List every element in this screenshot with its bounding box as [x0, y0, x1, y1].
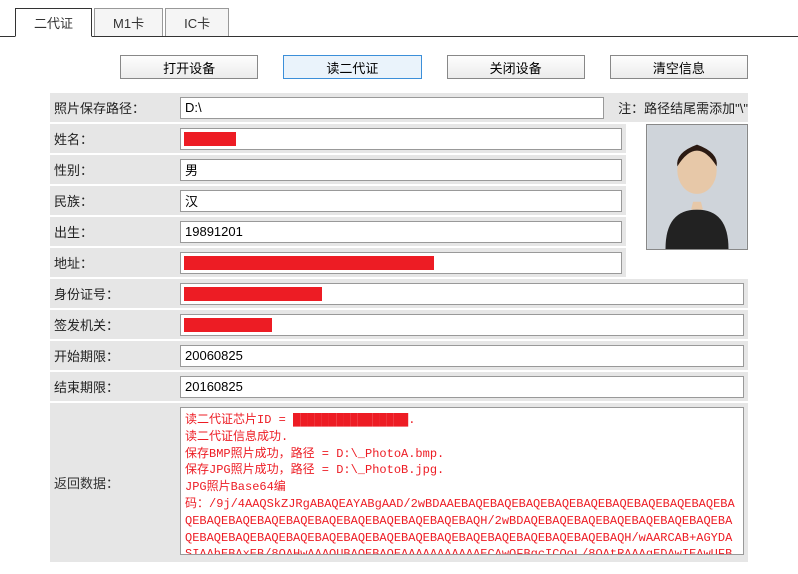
name-label: 姓名： [50, 124, 180, 153]
end-input[interactable] [180, 376, 744, 398]
close-device-button[interactable]: 关闭设备 [447, 55, 585, 79]
open-device-button[interactable]: 打开设备 [120, 55, 258, 79]
photo-path-label: 照片保存路径： [50, 93, 180, 122]
issuer-label: 签发机关： [50, 310, 180, 339]
tab-ic[interactable]: IC卡 [165, 8, 229, 36]
tab-id2[interactable]: 二代证 [15, 8, 92, 37]
photo-panel [646, 124, 748, 279]
log-output[interactable] [180, 407, 744, 555]
nation-input[interactable] [180, 190, 622, 212]
birth-input[interactable] [180, 221, 622, 243]
redacted-idno [184, 287, 322, 301]
nation-label: 民族： [50, 186, 180, 215]
address-label: 地址： [50, 248, 180, 277]
tab-bar: 二代证 M1卡 IC卡 [0, 0, 798, 37]
photo-path-note: 注：路径结尾需添加"\" [608, 93, 748, 122]
end-label: 结束期限： [50, 372, 180, 401]
redacted-name [184, 132, 236, 146]
name-input[interactable] [180, 128, 622, 150]
start-input[interactable] [180, 345, 744, 367]
log-label: 返回数据： [50, 403, 180, 562]
redacted-address [184, 256, 434, 270]
birth-label: 出生： [50, 217, 180, 246]
redacted-issuer [184, 318, 272, 332]
read-id-button[interactable]: 读二代证 [283, 55, 421, 79]
clear-button[interactable]: 清空信息 [610, 55, 748, 79]
tab-m1[interactable]: M1卡 [94, 8, 163, 36]
toolbar: 打开设备 读二代证 关闭设备 清空信息 [50, 55, 748, 79]
idno-label: 身份证号： [50, 279, 180, 308]
gender-label: 性别： [50, 155, 180, 184]
start-label: 开始期限： [50, 341, 180, 370]
photo-placeholder [647, 125, 747, 249]
gender-input[interactable] [180, 159, 622, 181]
photo-path-input[interactable] [180, 97, 604, 119]
id-photo [646, 124, 748, 250]
